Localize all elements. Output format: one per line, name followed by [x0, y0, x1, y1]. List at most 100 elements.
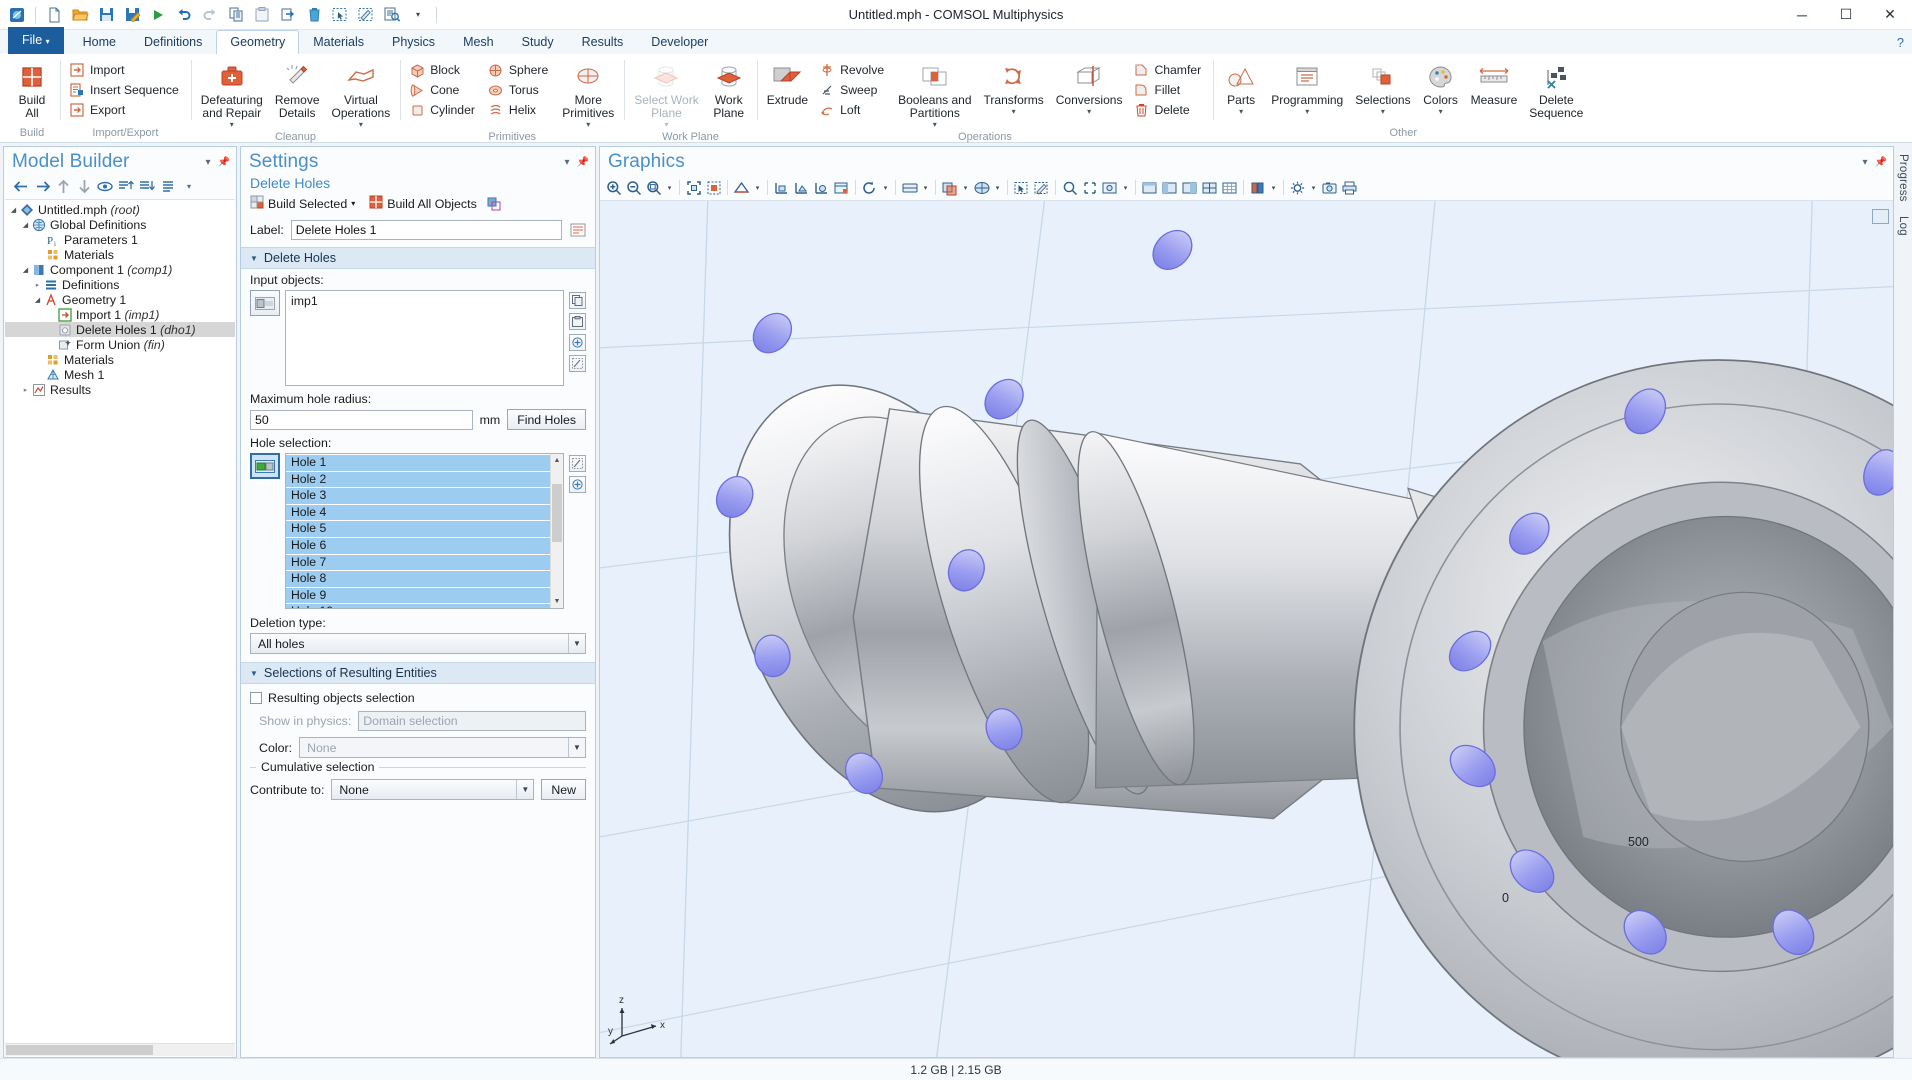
rotate-icon[interactable]	[860, 178, 879, 197]
camera-icon[interactable]	[1320, 178, 1339, 197]
ribbon-tab-definitions[interactable]: Definitions	[130, 30, 216, 54]
programming-caret-icon[interactable]: ▾	[1305, 108, 1309, 116]
expand-icon[interactable]	[138, 177, 156, 195]
tree-expander-icon[interactable]: ▸	[20, 386, 31, 394]
section-collapse-icon[interactable]: ▼	[250, 254, 258, 263]
view3-icon[interactable]	[1180, 178, 1199, 197]
open-folder-icon[interactable]	[68, 4, 92, 26]
selections-caret-icon[interactable]: ▾	[1381, 108, 1385, 116]
delete-icon[interactable]	[302, 4, 326, 26]
back-icon[interactable]	[12, 177, 30, 195]
ribbon-tab-materials[interactable]: Materials	[299, 30, 378, 54]
tree-node-form-union[interactable]: Form Union (fin)	[5, 337, 235, 352]
tree-node-geometry-1[interactable]: ◢ Geometry 1	[5, 292, 235, 307]
clear-hole-selection-icon[interactable]	[569, 455, 586, 472]
graphics-menu-icon[interactable]: ▾	[1863, 157, 1868, 168]
hole-list-item[interactable]: Hole 8	[286, 571, 550, 587]
max-hole-radius-input[interactable]	[250, 410, 473, 430]
snapshot-caret-icon[interactable]: ▾	[1120, 178, 1131, 197]
go-to-default-icon[interactable]	[832, 178, 851, 197]
chevron-down-icon[interactable]: ▼	[516, 780, 533, 799]
tree-node-import-1[interactable]: Import 1 (imp1)	[5, 307, 235, 322]
transparency-caret-icon[interactable]: ▾	[960, 178, 971, 197]
model-builder-pin-icon[interactable]: 📌	[218, 157, 230, 168]
compute-play-icon[interactable]	[146, 4, 170, 26]
hole-list-item[interactable]: Hole 2	[286, 472, 550, 488]
chevron-down-icon[interactable]: ▼	[568, 634, 585, 653]
tree-node-parameters-1[interactable]: Pi Parameters 1	[5, 232, 235, 247]
select-work-plane-caret-icon[interactable]: ▾	[664, 121, 668, 129]
view1-icon[interactable]	[1140, 178, 1159, 197]
list-icon[interactable]	[159, 177, 177, 195]
conversions-button[interactable]: Conversions ▾	[1050, 58, 1129, 118]
input-objects-select-button[interactable]	[250, 290, 280, 316]
hole-list-item[interactable]: Hole 6	[286, 538, 550, 554]
show-icon[interactable]	[96, 177, 114, 195]
insert-sequence-button[interactable]: Insert Sequence	[66, 80, 185, 100]
hole-list-scrollbar[interactable]: ▲ ▼	[550, 454, 563, 608]
go-to-zx-icon[interactable]	[812, 178, 831, 197]
add-to-selection-icon[interactable]	[569, 334, 586, 351]
ribbon-tab-study[interactable]: Study	[508, 30, 568, 54]
tree-expander-icon[interactable]: ◢	[32, 296, 43, 304]
help-icon[interactable]: ?	[1897, 35, 1912, 50]
zoom-selected-icon[interactable]	[704, 178, 723, 197]
delete-sequence-button[interactable]: Delete Sequence	[1523, 58, 1589, 122]
view4-icon[interactable]	[1200, 178, 1219, 197]
ribbon-tab-geometry[interactable]: Geometry	[216, 30, 299, 54]
scene-light-icon[interactable]	[900, 178, 919, 197]
add-hole-selection-icon[interactable]	[569, 476, 586, 493]
model-builder-hscrollbar[interactable]	[5, 1043, 235, 1056]
colors-caret-icon[interactable]: ▾	[1439, 108, 1443, 116]
programming-button[interactable]: Programming ▾	[1265, 58, 1349, 118]
input-objects-list[interactable]: imp1	[285, 290, 564, 386]
cylinder-button[interactable]: Cylinder	[406, 100, 481, 120]
ribbon-tab-home[interactable]: Home	[69, 30, 130, 54]
select-box-icon[interactable]	[328, 4, 352, 26]
gear-caret-icon[interactable]: ▾	[1308, 178, 1319, 197]
color-legend-icon[interactable]	[1248, 178, 1267, 197]
ribbon-tab-physics[interactable]: Physics	[378, 30, 449, 54]
measure-button[interactable]: Measure	[1465, 58, 1524, 109]
zoom-out-icon[interactable]	[624, 178, 643, 197]
defeaturing-and-repair-button[interactable]: Defeaturing and Repair ▾	[195, 58, 269, 131]
colors-button[interactable]: Colors ▾	[1417, 58, 1465, 118]
clear-selection-icon[interactable]	[569, 355, 586, 372]
booleans-and-partitions-button[interactable]: Booleans and Partitions ▾	[892, 58, 977, 131]
revolve-button[interactable]: Revolve	[816, 60, 890, 80]
scroll-down-icon[interactable]: ▼	[551, 595, 563, 608]
tree-node-delete-holes-1[interactable]: Delete Holes 1 (dho1)	[5, 322, 235, 337]
clear-selection-icon[interactable]	[354, 4, 378, 26]
save-as-icon[interactable]	[120, 4, 144, 26]
model-tree[interactable]: ◢ Untitled.mph (root) ◢ Global Definitio…	[5, 199, 235, 1042]
section-collapse-icon[interactable]: ▼	[250, 669, 258, 678]
block-button[interactable]: Block	[406, 60, 481, 80]
redo-icon[interactable]	[198, 4, 222, 26]
hole-list-item[interactable]: Hole 7	[286, 555, 550, 571]
zoom-search-icon[interactable]	[380, 4, 404, 26]
rotate-caret-icon[interactable]: ▾	[880, 178, 891, 197]
hole-list-item[interactable]: Hole 10	[286, 604, 550, 609]
view-caret-icon[interactable]: ▾	[752, 178, 763, 197]
zoom-to-selection-icon[interactable]	[1060, 178, 1079, 197]
ribbon-tab-developer[interactable]: Developer	[637, 30, 722, 54]
helix-button[interactable]: Helix	[485, 100, 554, 120]
new-file-icon[interactable]	[42, 4, 66, 26]
tree-node-results[interactable]: ▸ Results	[5, 382, 235, 397]
transforms-button[interactable]: Transforms ▾	[978, 58, 1050, 118]
build-all-objects-button[interactable]: Build All Objects	[369, 195, 477, 212]
build-selected-caret-icon[interactable]: ▾	[351, 199, 355, 208]
tree-node-untitled-mph[interactable]: ◢ Untitled.mph (root)	[5, 202, 235, 217]
ribbon-tab-mesh[interactable]: Mesh	[449, 30, 508, 54]
graphics-pin-icon[interactable]: 📌	[1875, 157, 1887, 168]
go-to-yz-icon[interactable]	[792, 178, 811, 197]
resulting-objects-checkbox[interactable]	[250, 692, 262, 704]
label-toggle-icon[interactable]	[569, 222, 586, 239]
build-all-button[interactable]: Build All	[8, 58, 56, 122]
select-all-icon[interactable]	[1012, 178, 1031, 197]
undo-icon[interactable]	[172, 4, 196, 26]
copy-icon[interactable]	[224, 4, 248, 26]
go-to-xy-icon[interactable]	[772, 178, 791, 197]
quick-access-caret-icon[interactable]: ▾	[406, 4, 430, 26]
parts-button[interactable]: Parts ▾	[1217, 58, 1265, 118]
